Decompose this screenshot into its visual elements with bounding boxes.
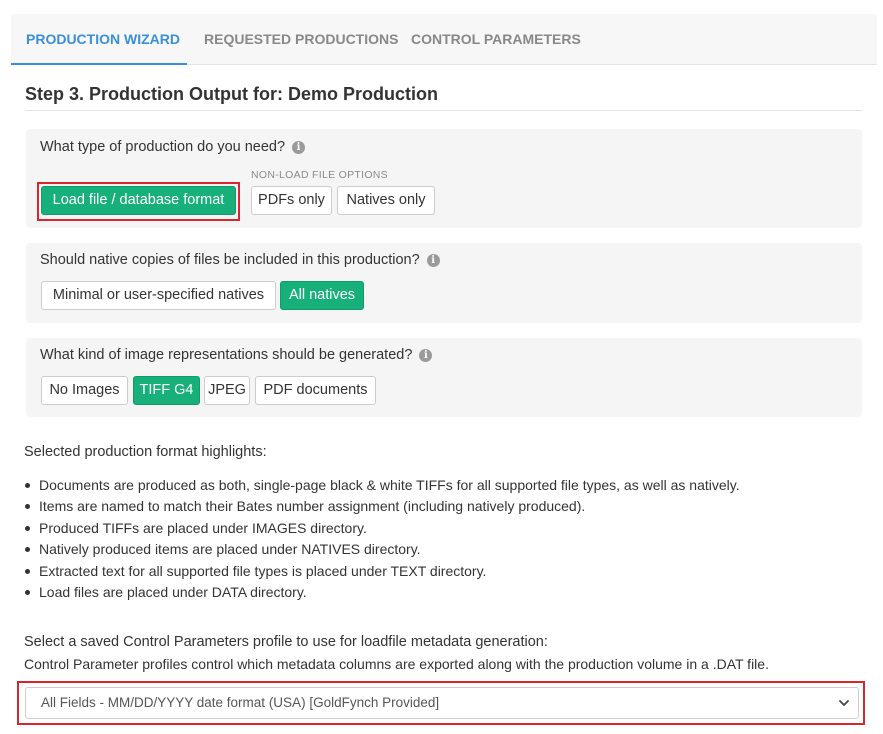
- native-copies-question-text: Should native copies of files be include…: [40, 252, 420, 268]
- image-representations-question-text: What kind of image representations shoul…: [40, 347, 413, 363]
- control-parameters-profile-select[interactable]: All Fields - MM/DD/YYYY date format (USA…: [25, 687, 859, 719]
- chevron-down-icon: [839, 700, 849, 706]
- native-copies-question: Should native copies of files be include…: [40, 252, 440, 268]
- page-title: Step 3. Production Output for: Demo Prod…: [25, 84, 438, 104]
- tab-production-wizard[interactable]: PRODUCTION WIZARD: [26, 14, 180, 65]
- pdfs-only-button[interactable]: PDFs only: [251, 186, 332, 215]
- image-representations-panel: What kind of image representations shoul…: [26, 338, 862, 417]
- list-item: Documents are produced as both, single-p…: [24, 475, 740, 496]
- info-icon[interactable]: i: [419, 348, 433, 362]
- image-representations-question: What kind of image representations shoul…: [40, 347, 433, 363]
- production-type-question-text: What type of production do you need?: [40, 139, 286, 155]
- list-item: Items are named to match their Bates num…: [24, 496, 740, 517]
- list-item: Produced TIFFs are placed under IMAGES d…: [24, 518, 740, 539]
- native-copies-panel: Should native copies of files be include…: [26, 243, 862, 323]
- load-file-highlight-outline: [37, 182, 240, 221]
- minimal-natives-button[interactable]: Minimal or user-specified natives: [41, 281, 276, 310]
- control-parameters-title: Select a saved Control Parameters profil…: [24, 634, 548, 650]
- pdf-documents-button[interactable]: PDF documents: [255, 376, 376, 405]
- info-icon[interactable]: i: [426, 253, 440, 267]
- all-natives-button[interactable]: All natives: [280, 281, 364, 310]
- tab-requested-productions[interactable]: REQUESTED PRODUCTIONS: [204, 14, 398, 65]
- tab-bar: PRODUCTION WIZARD REQUESTED PRODUCTIONS …: [11, 14, 877, 65]
- tiff-g4-button[interactable]: TIFF G4: [133, 376, 200, 405]
- highlights-list: Documents are produced as both, single-p…: [24, 475, 740, 603]
- no-images-button[interactable]: No Images: [41, 376, 128, 405]
- control-parameters-description: Control Parameter profiles control which…: [24, 656, 769, 672]
- non-load-file-options-label: NON-LOAD FILE OPTIONS: [251, 169, 388, 181]
- active-tab-indicator: [11, 63, 187, 65]
- highlights-title: Selected production format highlights:: [24, 444, 267, 460]
- jpeg-button[interactable]: JPEG: [204, 376, 250, 405]
- tab-control-parameters[interactable]: CONTROL PARAMETERS: [411, 14, 581, 65]
- natives-only-button[interactable]: Natives only: [337, 186, 435, 215]
- info-icon[interactable]: i: [292, 140, 306, 154]
- production-type-question: What type of production do you need? i: [40, 139, 306, 155]
- title-divider: [25, 110, 862, 111]
- list-item: Load files are placed under DATA directo…: [24, 582, 740, 603]
- selected-profile-value: All Fields - MM/DD/YYYY date format (USA…: [41, 695, 440, 710]
- list-item: Natively produced items are placed under…: [24, 539, 740, 560]
- list-item: Extracted text for all supported file ty…: [24, 561, 740, 582]
